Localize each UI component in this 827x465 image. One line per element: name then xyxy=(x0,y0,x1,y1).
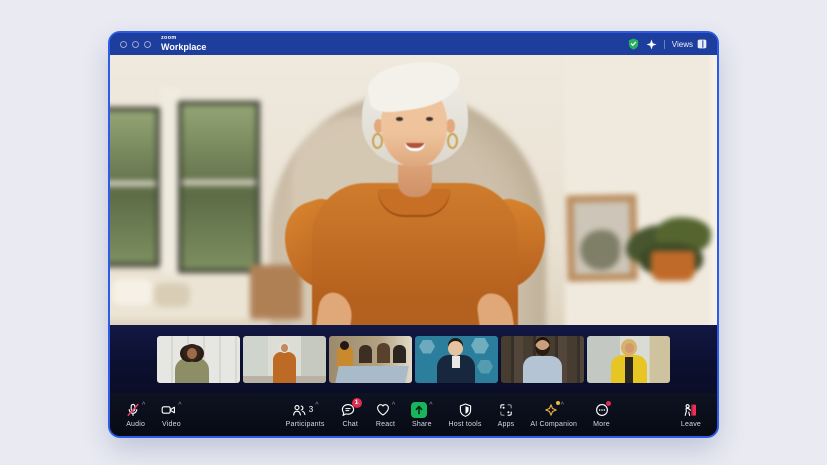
speaker-woman-orange-top xyxy=(110,55,717,325)
close-window-button[interactable] xyxy=(120,41,127,48)
main-speaker-video xyxy=(110,55,717,325)
react-chevron[interactable]: ^ xyxy=(392,403,395,409)
zoom-meeting-window: zoom Workplace Views xyxy=(110,33,717,436)
participants-button[interactable]: 3 ^ Participants xyxy=(278,393,333,436)
ai-sparkle-icon[interactable] xyxy=(646,39,657,50)
participant-thumbnail-6[interactable] xyxy=(587,336,670,383)
maximize-window-button[interactable] xyxy=(144,41,151,48)
minimize-window-button[interactable] xyxy=(132,41,139,48)
view-button-label: Views xyxy=(672,40,693,49)
more-button[interactable]: More xyxy=(585,393,618,436)
ai-companion-button[interactable]: ^ AI Companion xyxy=(522,393,585,436)
react-button[interactable]: ^ React xyxy=(368,393,403,436)
meeting-security-shield-icon[interactable] xyxy=(628,38,639,50)
logo-text-workplace: Workplace xyxy=(161,43,206,52)
leave-button[interactable]: Leave xyxy=(673,393,709,436)
participant-thumbnail-4[interactable] xyxy=(415,336,498,383)
participants-chevron[interactable]: ^ xyxy=(315,403,318,409)
participant-thumbnail-1[interactable] xyxy=(157,336,240,383)
grid-view-icon xyxy=(697,39,707,49)
video-button[interactable]: ^ Video xyxy=(153,393,189,436)
window-traffic-lights xyxy=(120,41,151,48)
titlebar-divider xyxy=(664,40,665,49)
participant-filmstrip xyxy=(110,325,717,393)
apps-button[interactable]: Apps xyxy=(490,393,523,436)
host-tools-shield-icon xyxy=(459,403,472,417)
view-button[interactable]: Views xyxy=(672,39,707,49)
participant-thumbnail-5[interactable] xyxy=(501,336,584,383)
chat-button[interactable]: 1 ^ Chat xyxy=(333,393,368,436)
apps-icon xyxy=(499,403,513,417)
more-notification-dot xyxy=(606,401,611,406)
camera-icon xyxy=(161,403,176,417)
audio-button[interactable]: ^ Audio xyxy=(118,393,153,436)
host-tools-button[interactable]: Host tools xyxy=(441,393,490,436)
participant-thumbnail-3[interactable] xyxy=(329,336,412,383)
participant-thumbnail-2[interactable] xyxy=(243,336,326,383)
meeting-toolbar: ^ Audio ^ Video 3 ^ Participants xyxy=(110,393,717,436)
participants-count: 3 xyxy=(309,405,313,414)
participants-icon xyxy=(292,403,306,417)
page-background: zoom Workplace Views xyxy=(0,0,827,465)
share-screen-icon xyxy=(411,402,427,418)
ai-companion-dot xyxy=(556,401,560,405)
chat-chevron[interactable]: ^ xyxy=(357,403,360,409)
microphone-muted-icon xyxy=(126,403,140,417)
zoom-workplace-logo: zoom Workplace xyxy=(161,36,206,52)
ai-companion-chevron[interactable]: ^ xyxy=(561,403,564,409)
video-chevron[interactable]: ^ xyxy=(178,403,181,409)
share-button[interactable]: ^ Share xyxy=(403,393,440,436)
heart-icon xyxy=(376,403,390,417)
audio-chevron[interactable]: ^ xyxy=(142,403,145,409)
logo-text-zoom: zoom xyxy=(161,36,206,42)
ai-companion-sparkle-icon xyxy=(544,403,559,417)
leave-meeting-icon xyxy=(683,403,698,417)
titlebar: zoom Workplace Views xyxy=(110,33,717,55)
share-chevron[interactable]: ^ xyxy=(429,403,432,409)
